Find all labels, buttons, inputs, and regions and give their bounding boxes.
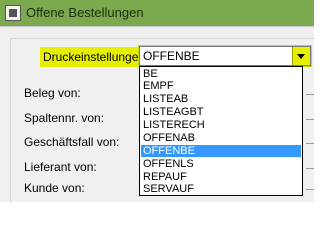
print-settings-value: OFFENBE [143, 49, 200, 63]
field-label-geschaeftsfall: Geschäftsfall von: [24, 135, 120, 149]
field-label-lieferant: Lieferant von: [24, 160, 97, 174]
option-offenab[interactable]: OFFENAB [141, 132, 301, 144]
field-label-beleg: Beleg von: [24, 86, 81, 100]
group-frame-left [10, 38, 11, 202]
dropdown-arrow-icon[interactable] [292, 47, 310, 65]
field-label-spaltennr: Spaltennr. von: [24, 111, 105, 125]
option-listeab[interactable]: LISTEAB [141, 93, 301, 105]
option-listerech[interactable]: LISTERECH [141, 119, 301, 131]
option-repauf[interactable]: REPAUF [141, 171, 301, 183]
option-servauf[interactable]: SERVAUF [141, 183, 301, 195]
print-settings-dropdown-list[interactable]: BE EMPF LISTEAB LISTEAGBT LISTERECH OFFE… [139, 66, 303, 196]
print-settings-label: Druckeinstellungen: [40, 47, 152, 67]
window-titlebar[interactable]: Offene Bestellungen [0, 0, 314, 26]
group-frame-top [10, 38, 314, 39]
option-offenbe-selected[interactable]: OFFENBE [141, 145, 301, 157]
option-empf[interactable]: EMPF [141, 80, 301, 92]
print-settings-combobox[interactable]: OFFENBE [139, 46, 311, 66]
option-be[interactable]: BE [141, 68, 301, 80]
window-menu-icon[interactable] [5, 5, 21, 21]
field-label-kunde: Kunde von: [24, 181, 85, 195]
option-offenls[interactable]: OFFENLS [141, 158, 301, 170]
option-listeagbt[interactable]: LISTEAGBT [141, 106, 301, 118]
obscured-field-edges [306, 84, 314, 202]
window-title: Offene Bestellungen [26, 5, 144, 20]
